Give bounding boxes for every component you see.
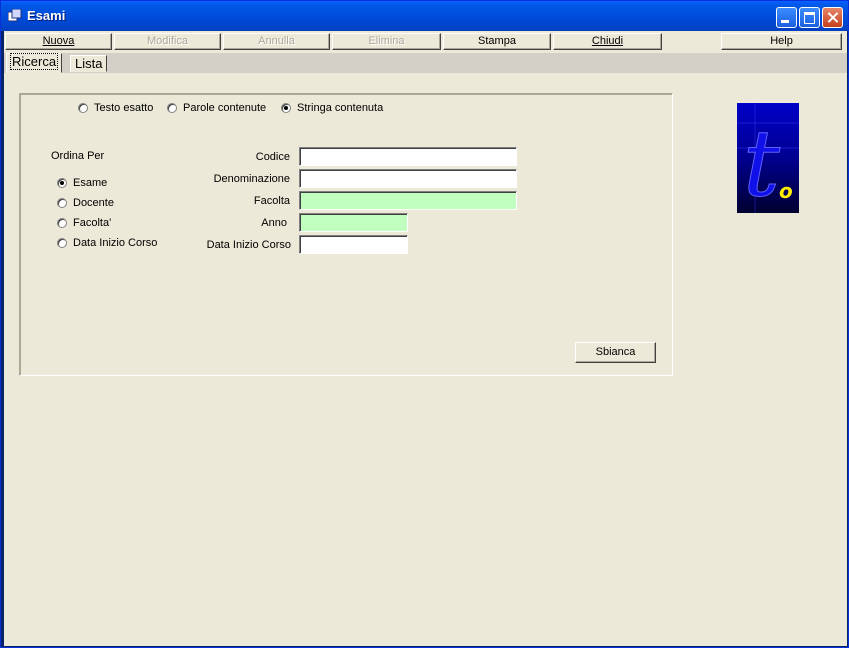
radio-dot xyxy=(57,198,67,208)
stampa-label: Stampa xyxy=(478,35,516,47)
radio-order-docente-label: Docente xyxy=(73,197,114,209)
radio-order-data-inizio[interactable]: Data Inizio Corso xyxy=(57,237,157,249)
radio-dot-selected xyxy=(281,103,291,113)
tab-ricerca[interactable]: Ricerca xyxy=(6,53,63,73)
radio-dot xyxy=(167,103,177,113)
window-title: Esami xyxy=(27,8,66,23)
logo-letter-o: o xyxy=(779,179,793,203)
radio-order-esame-label: Esame xyxy=(73,177,108,189)
modifica-button[interactable]: Modifica xyxy=(114,33,221,50)
minimize-button[interactable] xyxy=(776,7,797,28)
data-inizio-corso-label: Data Inizio Corso xyxy=(206,239,291,251)
radio-order-docente[interactable]: Docente xyxy=(57,197,114,209)
radio-testo-esatto[interactable]: Testo esatto xyxy=(78,102,153,114)
tab-lista-label: Lista xyxy=(75,56,103,71)
radio-parole-contenute[interactable]: Parole contenute xyxy=(167,102,266,114)
client-area: Nuova Modifica Annulla Elimina Stampa Ch… xyxy=(4,31,847,646)
codice-label: Codice xyxy=(255,151,290,163)
denominazione-input[interactable] xyxy=(299,169,517,188)
tab-strip: Ricerca Lista xyxy=(4,53,847,73)
radio-order-facolta-label: Facolta' xyxy=(73,217,112,229)
facolta-input[interactable] xyxy=(299,191,517,210)
annulla-label: Annulla xyxy=(258,35,295,47)
help-label: Help xyxy=(770,35,793,47)
radio-stringa-contenuta-label: Stringa contenuta xyxy=(297,102,384,114)
stampa-button[interactable]: Stampa xyxy=(443,33,551,50)
close-button[interactable] xyxy=(822,7,843,28)
anno-input[interactable] xyxy=(299,213,408,232)
radio-order-facolta[interactable]: Facolta' xyxy=(57,217,111,229)
app-icon xyxy=(8,9,22,22)
toolbar: Nuova Modifica Annulla Elimina Stampa Ch… xyxy=(4,31,847,53)
data-inizio-corso-input[interactable] xyxy=(299,235,408,254)
elimina-label: Elimina xyxy=(368,35,405,47)
tab-lista[interactable]: Lista xyxy=(70,55,108,72)
radio-order-esame[interactable]: Esame xyxy=(57,177,107,189)
sbianca-button[interactable]: Sbianca xyxy=(575,342,656,363)
radio-dot xyxy=(57,238,67,248)
help-button[interactable]: Help xyxy=(721,33,842,50)
radio-parole-contenute-label: Parole contenute xyxy=(183,102,267,114)
radio-stringa-contenuta[interactable]: Stringa contenuta xyxy=(281,102,383,114)
codice-input[interactable] xyxy=(299,147,517,166)
radio-testo-esatto-label: Testo esatto xyxy=(94,102,154,114)
annulla-button[interactable]: Annulla xyxy=(223,33,330,50)
modifica-label: Modifica xyxy=(147,35,188,47)
logo-graphic: t o xyxy=(737,103,799,213)
nuova-button[interactable]: Nuova xyxy=(5,33,112,50)
elimina-button[interactable]: Elimina xyxy=(332,33,441,50)
app-logo: t o xyxy=(737,103,799,213)
app-window: Esami Nuova Modifica Annulla Elimina Sta… xyxy=(0,0,849,648)
anno-label: Anno xyxy=(261,217,287,229)
denominazione-label: Denominazione xyxy=(213,173,290,185)
facolta-label: Facolta xyxy=(253,195,290,207)
logo-letter-t: t xyxy=(743,110,781,213)
radio-dot-selected xyxy=(57,178,67,188)
chiudi-button[interactable]: Chiudi xyxy=(553,33,662,50)
radio-dot xyxy=(78,103,88,113)
radio-order-data-inizio-label: Data Inizio Corso xyxy=(73,237,158,249)
maximize-button[interactable] xyxy=(799,7,820,28)
order-by-label: Ordina Per xyxy=(51,150,105,162)
radio-dot xyxy=(57,218,67,228)
title-bar[interactable]: Esami xyxy=(1,1,848,31)
nuova-label: Nuova xyxy=(42,35,75,47)
tab-ricerca-label: Ricerca xyxy=(9,53,59,70)
chiudi-label: Chiudi xyxy=(591,35,624,47)
